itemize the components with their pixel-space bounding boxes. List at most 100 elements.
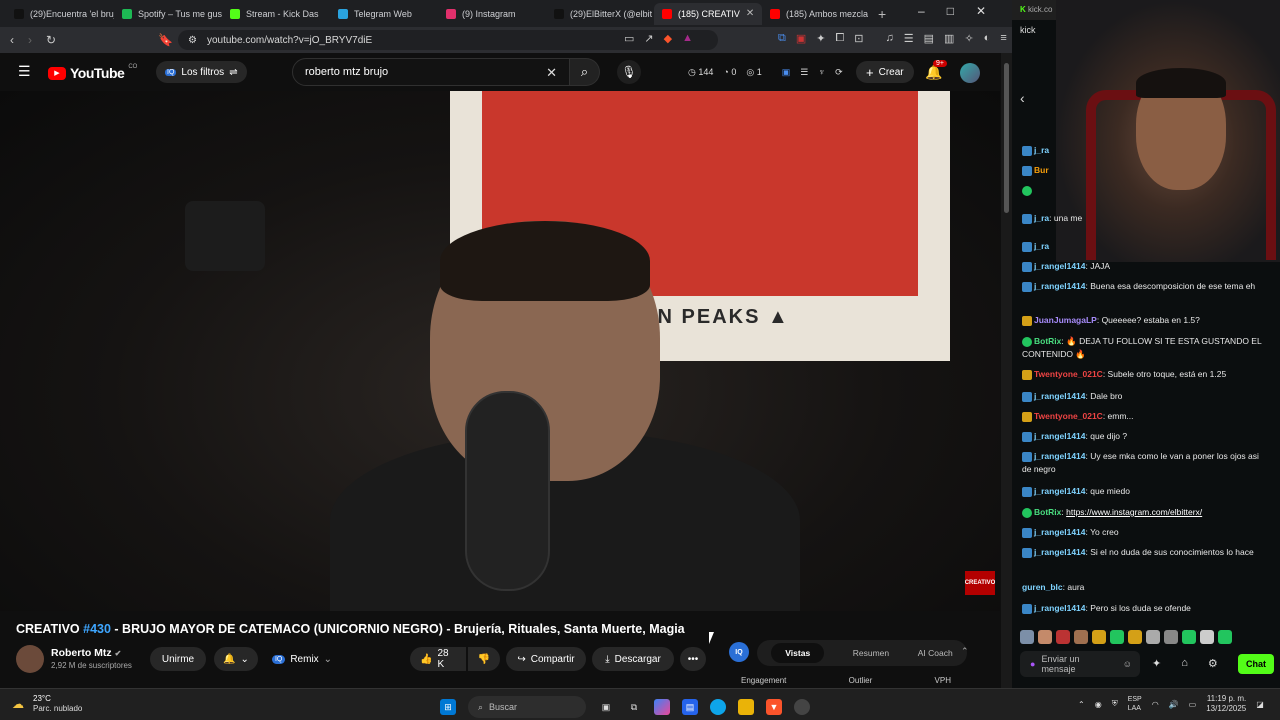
shield-icon[interactable]: ⛨ [1112, 699, 1118, 709]
browser-tab[interactable]: Telegram Web [330, 3, 438, 25]
weather-icon[interactable]: ☁ [12, 697, 24, 711]
browser-tab[interactable]: (185) CREATIV ✕ [654, 2, 762, 25]
join-button[interactable]: Unirme [150, 647, 206, 671]
like-button[interactable]: 👍 28 K [410, 647, 466, 671]
iq-logo[interactable]: IQ [729, 642, 749, 662]
extension-icon[interactable]: ▣ [796, 32, 806, 45]
emote-picker-icon[interactable]: ● [1030, 659, 1035, 669]
iq-icon[interactable]: ▣ [782, 67, 791, 78]
new-tab-button[interactable]: + [878, 6, 886, 22]
leo-icon[interactable]: ✧ [964, 32, 973, 45]
gift-icon[interactable]: ⌂ [1181, 657, 1188, 670]
emote-icon[interactable] [1056, 630, 1070, 644]
emote-icon[interactable] [1128, 630, 1142, 644]
download-button[interactable]: ⤓ Descargar [592, 647, 674, 671]
tab-vistas[interactable]: Vistas [771, 643, 825, 663]
channel-name[interactable]: Roberto Mtz ✔ [51, 647, 121, 659]
emote-icon[interactable] [1110, 630, 1124, 644]
back-icon[interactable]: ‹ [10, 33, 14, 47]
notifications-icon[interactable]: ◪ [1256, 700, 1264, 709]
app-icon[interactable] [794, 699, 810, 715]
tab-resumen[interactable]: Resumen [853, 648, 889, 658]
subscribed-bell-button[interactable]: 🔔 ⌄ [214, 647, 258, 671]
chat-username[interactable]: j_rangel1414 [1034, 281, 1086, 291]
notifications-button[interactable]: 🔔 9+ [925, 60, 947, 81]
close-window-button[interactable]: ✕ [976, 4, 986, 18]
refresh-icon[interactable]: ⟳ [835, 67, 843, 78]
reload-icon[interactable]: ↻ [46, 33, 56, 47]
maximize-button[interactable]: □ [947, 4, 954, 18]
dislike-button[interactable]: 👎 [468, 647, 500, 671]
emote-icon[interactable] [1182, 630, 1196, 644]
chat-username[interactable]: j_rangel1414 [1034, 527, 1086, 537]
chat-username[interactable]: guren_blc [1022, 582, 1063, 592]
chat-username[interactable]: j_rangel1414 [1034, 486, 1086, 496]
chat-username[interactable]: j_rangel1414 [1034, 261, 1086, 271]
task-view-icon[interactable]: ▣ [598, 699, 614, 715]
more-actions-button[interactable]: ••• [680, 647, 706, 671]
vpn-icon[interactable]: ◐ [984, 32, 991, 45]
wallet-icon[interactable]: ▤ [924, 32, 934, 45]
chat-username[interactable]: JuanJumagaLP [1034, 315, 1097, 325]
bookmark-icon[interactable]: 🔖 [158, 33, 173, 47]
send-chat-button[interactable]: Chat [1238, 654, 1274, 674]
url-text[interactable]: youtube.com/watch?v=jO_BRYV7diE [207, 35, 372, 46]
share-button[interactable]: ↪ Compartir [506, 647, 586, 671]
browser-tab[interactable]: (9) Instagram [438, 3, 546, 25]
channel-avatar[interactable] [16, 645, 44, 673]
sidebar-icon[interactable]: ▥ [944, 32, 954, 45]
chat-username[interactable]: j_ra [1034, 241, 1049, 251]
account-avatar[interactable] [960, 63, 980, 83]
file-explorer-icon[interactable] [738, 699, 754, 715]
chat-username[interactable]: Bur [1034, 165, 1049, 175]
clear-search-icon[interactable]: ✕ [546, 65, 557, 81]
emote-icon[interactable] [1164, 630, 1178, 644]
voice-search-button[interactable]: 🎙 [617, 60, 641, 84]
taskbar-search[interactable]: ⌕ Buscar [468, 696, 586, 718]
sparkle-icon[interactable]: ✦ [1152, 657, 1161, 670]
chat-input[interactable]: ● Enviar un mensaje ☺ [1020, 651, 1140, 677]
emote-icon[interactable] [1038, 630, 1052, 644]
browser-tab[interactable]: Stream - Kick Das [222, 3, 330, 25]
search-input[interactable]: roberto mtz brujo ✕ [292, 58, 570, 86]
emote-icon[interactable] [1074, 630, 1088, 644]
emote-icon[interactable] [1146, 630, 1160, 644]
music-icon[interactable]: ♫ [886, 32, 894, 45]
video-player[interactable]: IN PEAKS ▲ CREATIVO [0, 91, 1000, 611]
browser-tab[interactable]: (185) Ambos mezcla [762, 3, 870, 25]
chat-username[interactable]: j_rangel1414 [1034, 391, 1086, 401]
list-icon[interactable]: ☰ [800, 67, 808, 78]
chevron-up-icon[interactable]: ⌃ [1078, 700, 1085, 709]
emote-icon[interactable] [1020, 630, 1034, 644]
youtube-logo[interactable]: ▶ YouTube CO [48, 64, 137, 81]
chat-username[interactable]: j_rangel1414 [1034, 431, 1086, 441]
weather-widget[interactable]: 23°C Parc. nublado [33, 694, 82, 714]
chat-username[interactable]: j_ra [1034, 213, 1049, 223]
battery-icon[interactable]: ▭ [1189, 700, 1197, 709]
emote-icon[interactable] [1092, 630, 1106, 644]
clock[interactable]: 11:19 p. m. 13/12/2025 [1206, 694, 1246, 714]
reading-list-icon[interactable]: ☰ [904, 32, 914, 45]
edge-icon[interactable] [710, 699, 726, 715]
settings-icon[interactable]: ⚙ [1208, 657, 1218, 670]
puzzle-icon[interactable]: ⧠ [835, 32, 844, 45]
copilot-icon[interactable] [654, 699, 670, 715]
network-icon[interactable]: ◉ [1095, 700, 1102, 709]
chat-username[interactable]: j_rangel1414 [1034, 451, 1086, 461]
browser-tab[interactable]: Spotify – Tus me gust [114, 3, 222, 25]
forward-icon[interactable]: › [28, 33, 32, 47]
browser-tab[interactable]: (29)Encuentra 'el bruj [6, 3, 114, 25]
collapse-icon[interactable]: ⌃ [961, 646, 969, 657]
chevron-left-icon[interactable]: ‹ [1020, 90, 1025, 106]
chat-username[interactable]: Twentyone_021C [1034, 369, 1103, 379]
cast-icon[interactable]: ▭ [624, 32, 634, 45]
tab-ai-coach[interactable]: AI Coach [918, 648, 953, 658]
smiley-icon[interactable]: ☺ [1123, 659, 1132, 669]
translate-icon[interactable]: ⧉ [778, 32, 786, 45]
chat-username[interactable]: BotRix [1034, 507, 1061, 517]
site-info-icon[interactable]: ⚙ [188, 35, 197, 46]
create-button[interactable]: + Crear [856, 61, 914, 83]
minimize-button[interactable]: – [918, 4, 925, 18]
language-indicator[interactable]: ESP LAA [1128, 695, 1142, 713]
search-value[interactable]: roberto mtz brujo [305, 66, 388, 78]
